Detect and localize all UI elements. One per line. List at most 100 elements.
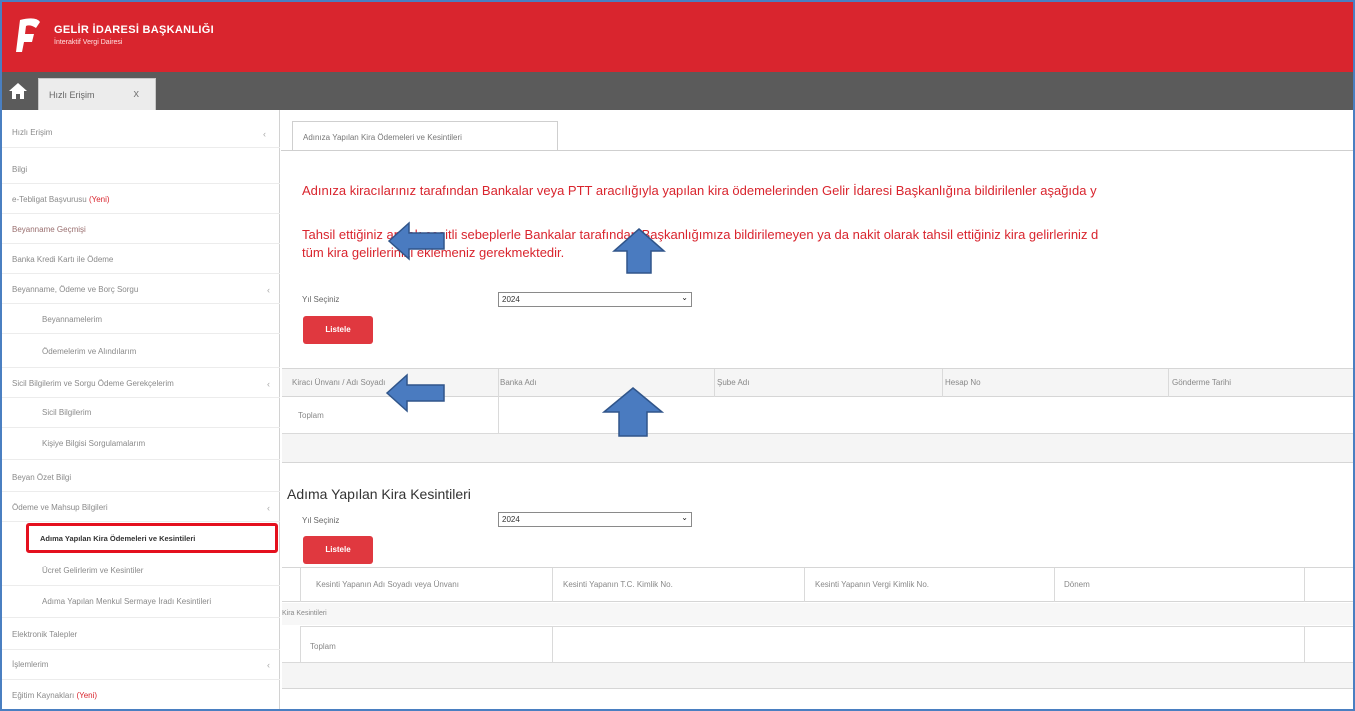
- sidebar-item-registry-info[interactable]: Sicil Bilgilerim ve Sorgu Ödeme Gerekçel…: [2, 372, 280, 398]
- sidebar-item-rent-payments-active[interactable]: Adıma Yapılan Kira Ödemeleri ve Kesintil…: [26, 523, 278, 553]
- year-select[interactable]: 2024 ⌄: [498, 292, 692, 307]
- sidebar-item-label: Adıma Yapılan Menkul Sermaye İradı Kesin…: [42, 597, 212, 606]
- app-window: GELİR İDARESİ BAŞKANLIĞI İnteraktif Verg…: [0, 0, 1355, 711]
- sidebar-item-payments[interactable]: Ödemelerim ve Alındılarım: [2, 338, 280, 368]
- column-header[interactable]: Hesap No: [945, 378, 981, 387]
- arrow-up-icon: [602, 387, 664, 437]
- arrow-left-icon: [387, 221, 445, 261]
- table-header: Kesinti Yapanın Adı Soyadı veya Ünvanı K…: [282, 568, 1353, 602]
- list-button[interactable]: Listele: [303, 536, 373, 564]
- tab-rent-payments[interactable]: Adınıza Yapılan Kira Ödemeleri ve Kesint…: [292, 121, 558, 151]
- chevron-down-icon[interactable]: ⌄: [681, 293, 688, 302]
- rent-withholding-table: Kesinti Yapanın Adı Soyadı veya Ünvanı K…: [282, 567, 1353, 689]
- sidebar: Hızlı Erişim ‹ Bilgi e-Tebligat Başvurus…: [2, 110, 280, 709]
- sidebar-item-declaration-query[interactable]: Beyanname, Ödeme ve Borç Sorgu ‹: [2, 278, 280, 304]
- sidebar-item-declaration-history[interactable]: Beyanname Geçmişi: [2, 218, 280, 244]
- group-label: Kira Kesintileri: [282, 610, 327, 617]
- group-row: [282, 603, 1353, 625]
- arrow-left-icon: [385, 373, 445, 413]
- chevron-left-icon[interactable]: ‹: [263, 128, 266, 140]
- tab-quick-access[interactable]: Hızlı Erişim x: [38, 78, 156, 110]
- sidebar-item-quick-access[interactable]: Hızlı Erişim ‹: [2, 122, 280, 148]
- year-select-value: 2024: [502, 295, 520, 304]
- column-divider: [1054, 568, 1055, 602]
- column-header[interactable]: Şube Adı: [717, 378, 749, 387]
- sidebar-item-info[interactable]: Bilgi: [2, 158, 280, 184]
- year-label: Yıl Seçiniz: [302, 516, 340, 525]
- info-notice-1: Adınıza kiracılarınız tarafından Bankala…: [302, 183, 1097, 198]
- column-divider: [552, 626, 553, 662]
- sidebar-item-label: Sicil Bilgilerim: [42, 408, 92, 417]
- sidebar-item-label: Adıma Yapılan Kira Ödemeleri ve Kesintil…: [40, 534, 196, 543]
- column-divider: [498, 369, 499, 433]
- sidebar-item-label: Sicil Bilgilerim ve Sorgu Ödeme Gerekçel…: [12, 379, 174, 388]
- column-header[interactable]: Dönem: [1064, 580, 1090, 589]
- sidebar-item-label: Elektronik Talepler: [12, 630, 78, 639]
- table-footer: [282, 434, 1353, 463]
- sidebar-item-label: İşlemlerim: [12, 660, 49, 669]
- column-header[interactable]: Kesinti Yapanın T.C. Kimlik No.: [563, 580, 673, 589]
- sidebar-item-declarations[interactable]: Beyannamelerim: [2, 308, 280, 334]
- column-divider: [1168, 369, 1169, 397]
- table-footer: [282, 663, 1353, 689]
- sidebar-item-card-payment[interactable]: Banka Kredi Kartı ile Ödeme: [2, 248, 280, 274]
- column-header[interactable]: Gönderme Tarihi: [1172, 378, 1231, 387]
- column-divider: [714, 369, 715, 397]
- sidebar-item-declaration-summary[interactable]: Beyan Özet Bilgi: [2, 466, 280, 492]
- sidebar-item-registry[interactable]: Sicil Bilgilerim: [2, 400, 280, 428]
- sidebar-item-label: e-Tebligat Başvurusu: [12, 195, 89, 204]
- sidebar-item-training[interactable]: Eğitim Kaynakları (Yeni): [2, 684, 280, 709]
- list-button[interactable]: Listele: [303, 316, 373, 344]
- sidebar-item-e-tebligat[interactable]: e-Tebligat Başvurusu (Yeni): [2, 188, 280, 214]
- sidebar-item-label: Eğitim Kaynakları: [12, 691, 77, 700]
- sidebar-item-transactions[interactable]: İşlemlerim ‹: [2, 652, 280, 680]
- sidebar-item-payment-offset[interactable]: Ödeme ve Mahsup Bilgileri ‹: [2, 496, 280, 522]
- chevron-left-icon[interactable]: ‹: [267, 372, 270, 396]
- sidebar-item-person-queries[interactable]: Kişiye Bilgisi Sorgulamalarım: [2, 430, 280, 460]
- column-divider: [1304, 626, 1305, 662]
- column-header[interactable]: Kesinti Yapanın Adı Soyadı veya Ünvanı: [316, 580, 459, 589]
- sidebar-item-label: Hızlı Erişim: [12, 128, 53, 137]
- section-title: Adıma Yapılan Kira Kesintileri: [287, 486, 471, 502]
- sidebar-item-label: Bilgi: [12, 165, 28, 174]
- column-divider: [300, 626, 301, 662]
- home-icon[interactable]: [8, 81, 28, 101]
- sidebar-item-label: Beyanname, Ödeme ve Borç Sorgu: [12, 285, 139, 294]
- chevron-down-icon[interactable]: ⌄: [681, 513, 688, 522]
- year-label: Yıl Seçiniz: [302, 295, 340, 304]
- year-select[interactable]: 2024 ⌄: [498, 512, 692, 527]
- brand-subtitle: İnteraktif Vergi Dairesi: [54, 39, 123, 46]
- sidebar-item-label: Ödemelerim ve Alındılarım: [42, 347, 137, 356]
- sidebar-item-label: Beyanname Geçmişi: [12, 225, 86, 234]
- tab-quick-access-label: Hızlı Erişim: [49, 90, 95, 100]
- column-divider: [1304, 568, 1305, 602]
- sidebar-item-label: Ücret Gelirlerim ve Kesintiler: [42, 566, 144, 575]
- sidebar-item-label: Kişiye Bilgisi Sorgulamalarım: [42, 439, 146, 448]
- column-header[interactable]: Banka Adı: [500, 378, 536, 387]
- sidebar-item-electronic-requests[interactable]: Elektronik Talepler: [2, 622, 280, 650]
- column-header[interactable]: Kiracı Ünvanı / Adı Soyadı: [292, 378, 385, 387]
- chevron-left-icon[interactable]: ‹: [267, 496, 270, 520]
- arrow-up-icon: [612, 228, 666, 274]
- chevron-left-icon[interactable]: ‹: [267, 278, 270, 302]
- sidebar-item-wage-income[interactable]: Ücret Gelirlerim ve Kesintiler: [2, 558, 280, 586]
- column-divider: [804, 568, 805, 602]
- year-select-value: 2024: [502, 515, 520, 524]
- tab-divider: [281, 150, 1353, 151]
- sidebar-item-securities-withholding[interactable]: Adıma Yapılan Menkul Sermaye İradı Kesin…: [2, 588, 280, 618]
- column-header[interactable]: Kesinti Yapanın Vergi Kimlik No.: [815, 580, 929, 589]
- brand-title: GELİR İDARESİ BAŞKANLIĞI: [54, 24, 214, 36]
- chevron-left-icon[interactable]: ‹: [267, 652, 270, 678]
- sidebar-item-label: Banka Kredi Kartı ile Ödeme: [12, 255, 114, 264]
- tab-bar: Hızlı Erişim x: [2, 72, 1353, 110]
- app-header: GELİR İDARESİ BAŞKANLIĞI İnteraktif Verg…: [2, 2, 1353, 72]
- gib-logo-icon[interactable]: [14, 16, 44, 56]
- tab-label: Adınıza Yapılan Kira Ödemeleri ve Kesint…: [303, 133, 462, 142]
- column-divider: [942, 369, 943, 397]
- close-icon[interactable]: x: [134, 88, 140, 100]
- new-badge: (Yeni): [88, 195, 110, 204]
- row-divider: [300, 626, 1353, 627]
- total-label: Toplam: [298, 411, 324, 420]
- column-divider: [300, 568, 301, 602]
- total-label: Toplam: [310, 642, 336, 651]
